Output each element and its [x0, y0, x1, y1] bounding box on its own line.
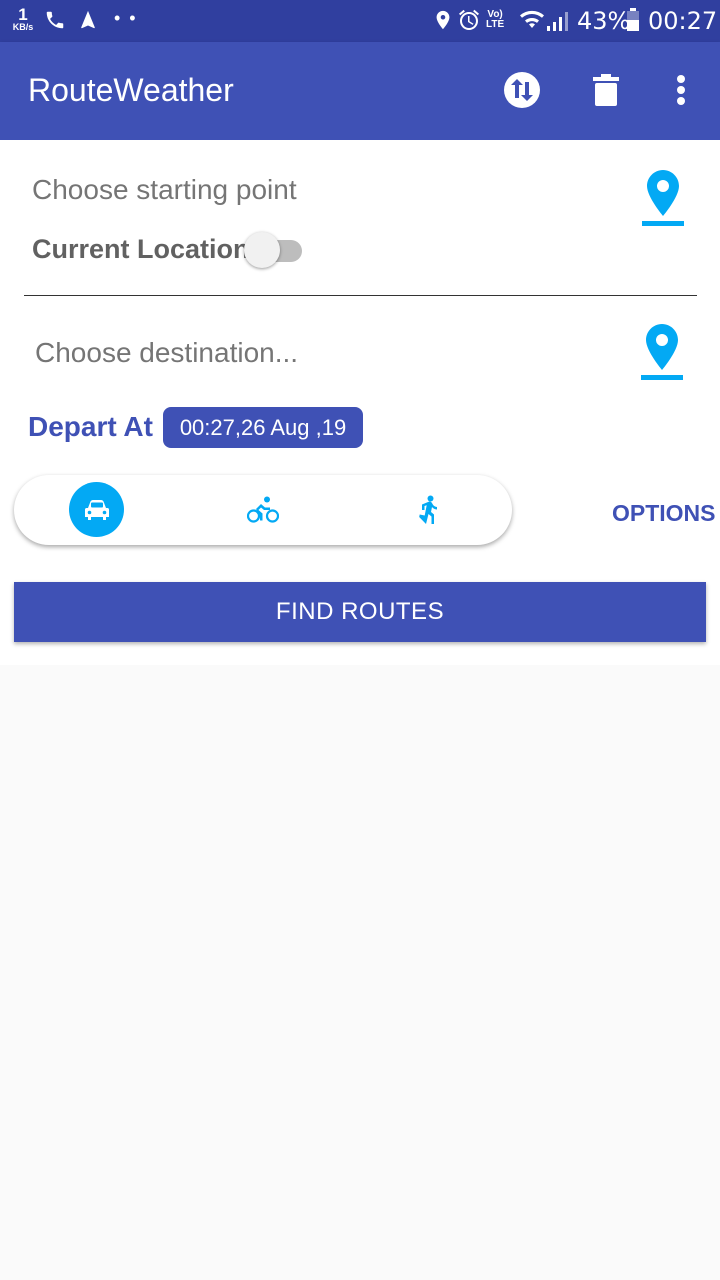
find-routes-button[interactable]: FIND ROUTES: [14, 582, 706, 642]
divider: [24, 295, 697, 296]
delete-icon: [593, 74, 619, 106]
depart-time-button[interactable]: 00:27,26 Aug ,19: [163, 407, 363, 448]
options-button[interactable]: OPTIONS: [612, 500, 716, 527]
phone-icon: [46, 11, 64, 29]
delete-button[interactable]: [586, 70, 626, 110]
mode-walk-button[interactable]: [401, 483, 457, 537]
battery-icon: [627, 8, 639, 31]
location-pin-icon: [641, 324, 683, 380]
network-speed-unit: KB/s: [12, 22, 34, 32]
status-bar: 1 KB/s • • Vo) LTE 43% 00:27: [0, 0, 720, 42]
network-speed-value: 1: [18, 5, 28, 24]
navigation-icon: [81, 10, 95, 29]
start-point-input[interactable]: [32, 174, 592, 206]
swap-icon: [504, 72, 540, 108]
bike-icon: [247, 496, 279, 523]
depart-at-label: Depart At :: [28, 411, 178, 442]
location-icon: [436, 10, 450, 30]
wifi-icon: [520, 10, 544, 28]
toggle-thumb: [244, 232, 280, 268]
more-vert-icon: [677, 75, 685, 105]
network-speed: 1 KB/s: [9, 6, 37, 32]
destination-pin-button[interactable]: [639, 322, 685, 382]
signal-icon: [547, 12, 568, 31]
swap-button[interactable]: [502, 70, 542, 110]
more-options-button[interactable]: [661, 70, 701, 110]
battery-percent: 43%: [577, 7, 631, 35]
start-pin-button[interactable]: [640, 168, 686, 228]
clock: 00:27: [648, 7, 718, 35]
app-bar: RouteWeather: [0, 42, 720, 140]
mode-bike-button[interactable]: [235, 483, 291, 537]
volte-indicator: Vo) LTE: [486, 10, 504, 30]
alarm-icon: [459, 9, 479, 30]
location-pin-icon: [642, 170, 684, 226]
current-location-label: Current Location: [32, 234, 250, 264]
mode-car-button[interactable]: [69, 482, 124, 537]
travel-mode-selector: [14, 475, 512, 545]
route-form: Current Location Depart At : 00:27,26 Au…: [0, 140, 720, 665]
car-icon: [84, 499, 109, 520]
notification-dots: • •: [114, 8, 138, 28]
walk-icon: [419, 495, 437, 524]
app-title: RouteWeather: [28, 72, 234, 108]
destination-input[interactable]: [35, 337, 595, 369]
lte-label: LTE: [486, 19, 505, 30]
current-location-toggle[interactable]: [244, 232, 304, 268]
